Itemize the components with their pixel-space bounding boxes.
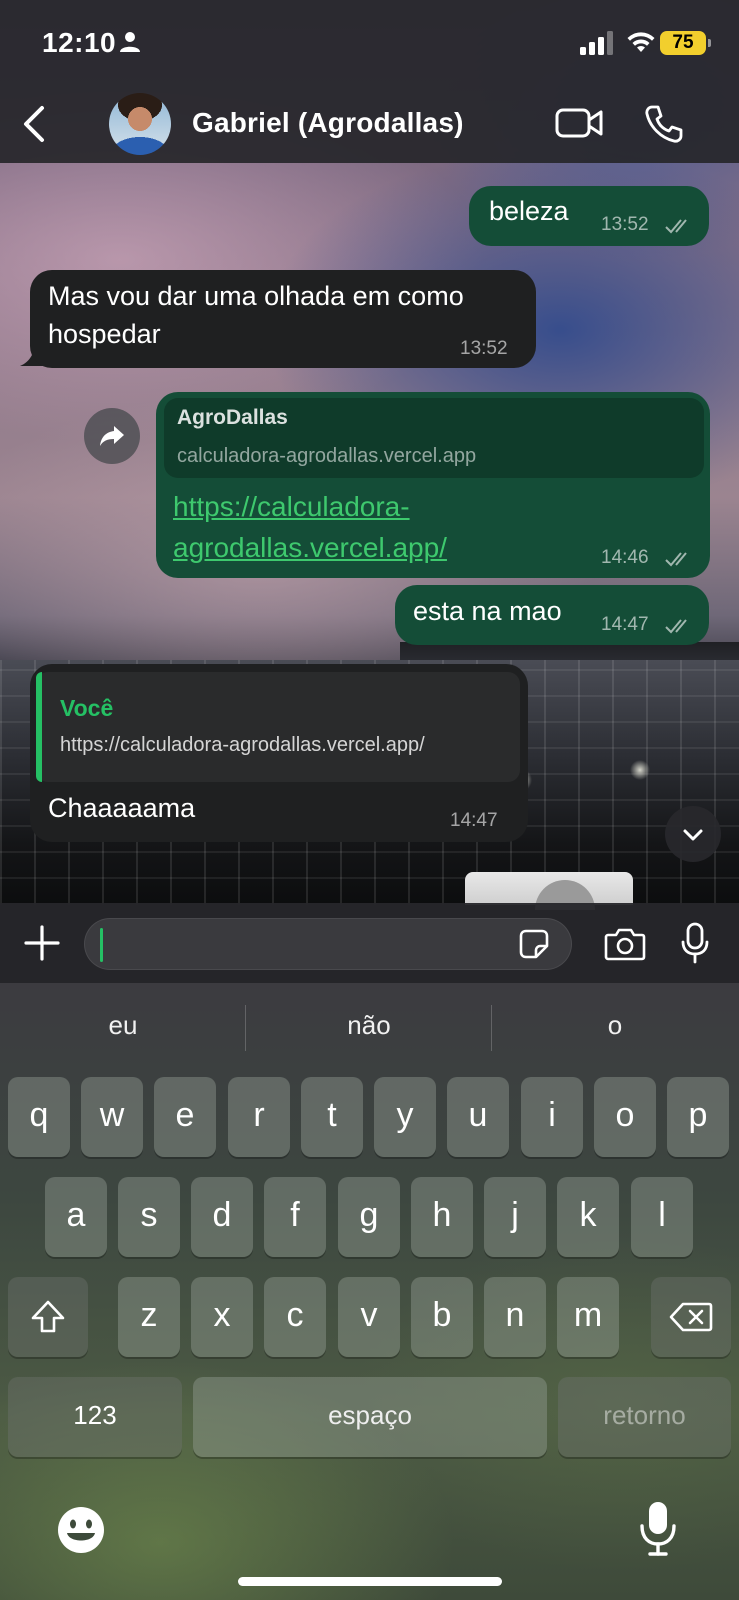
key-a[interactable]: a	[45, 1177, 107, 1257]
message-link[interactable]: https://calculadora- agrodallas.vercel.a…	[173, 486, 603, 568]
dictation-mic-icon[interactable]	[638, 1500, 678, 1558]
quote-text: https://calculadora-agrodallas.vercel.ap…	[60, 734, 425, 756]
battery-indicator: 75	[660, 31, 711, 55]
key-i[interactable]: i	[521, 1077, 583, 1157]
return-key[interactable]: retorno	[558, 1377, 731, 1457]
key-y[interactable]: y	[374, 1077, 436, 1157]
signal-icon	[580, 31, 613, 55]
forward-icon	[100, 426, 124, 446]
key-m[interactable]: m	[557, 1277, 619, 1357]
emoji-icon[interactable]	[56, 1505, 106, 1555]
key-h[interactable]: h	[411, 1177, 473, 1257]
wifi-icon	[627, 32, 655, 52]
chevron-down-icon	[683, 829, 703, 841]
key-r[interactable]: r	[228, 1077, 290, 1157]
suggestion-divider	[245, 1005, 246, 1051]
quote-author: Você	[60, 695, 114, 721]
home-indicator[interactable]	[238, 1577, 502, 1586]
backspace-key[interactable]	[651, 1277, 731, 1357]
message-input[interactable]	[84, 918, 572, 970]
key-j[interactable]: j	[484, 1177, 546, 1257]
link-preview-title: AgroDallas	[177, 406, 288, 429]
contact-name[interactable]: Gabriel (Agrodallas)	[192, 107, 464, 139]
key-l[interactable]: l	[631, 1177, 693, 1257]
suggestion-divider	[491, 1005, 492, 1051]
double-check-icon	[665, 552, 687, 567]
contact-avatar[interactable]	[109, 93, 171, 155]
message-text-line: Mas vou dar uma olhada em como	[48, 281, 464, 311]
person-icon	[120, 32, 140, 52]
video-call-icon[interactable]	[555, 106, 603, 140]
key-s[interactable]: s	[118, 1177, 180, 1257]
camera-icon[interactable]	[604, 926, 646, 962]
message-time: 14:47	[601, 614, 649, 635]
backspace-icon	[669, 1302, 713, 1332]
message-time: 13:52	[601, 214, 649, 235]
key-b[interactable]: b	[411, 1277, 473, 1357]
message-time: 14:46	[601, 547, 649, 568]
double-check-icon	[665, 219, 687, 234]
space-key[interactable]: espaço	[193, 1377, 547, 1457]
message-text: esta na mao	[413, 596, 562, 626]
partial-image-message[interactable]	[465, 872, 633, 910]
key-f[interactable]: f	[264, 1177, 326, 1257]
mic-icon[interactable]	[680, 922, 710, 964]
suggestion-3[interactable]: o	[525, 1010, 705, 1041]
shift-icon	[31, 1300, 65, 1333]
message-time: 13:52	[460, 338, 508, 359]
key-k[interactable]: k	[557, 1177, 619, 1257]
suggestion-2[interactable]: não	[279, 1010, 459, 1041]
key-o[interactable]: o	[594, 1077, 656, 1157]
key-g[interactable]: g	[338, 1177, 400, 1257]
quoted-message[interactable]	[36, 672, 520, 782]
key-v[interactable]: v	[338, 1277, 400, 1357]
key-c[interactable]: c	[264, 1277, 326, 1357]
key-z[interactable]: z	[118, 1277, 180, 1357]
message-link-line[interactable]: agrodallas.vercel.app/	[173, 527, 603, 568]
double-check-icon	[665, 619, 687, 634]
message-link-line[interactable]: https://calculadora-	[173, 486, 603, 527]
key-d[interactable]: d	[191, 1177, 253, 1257]
shift-key[interactable]	[8, 1277, 88, 1357]
message-time: 14:47	[450, 810, 498, 831]
message-text: Chaaaaama	[48, 793, 196, 823]
quote-accent-bar	[36, 672, 42, 782]
back-icon[interactable]	[20, 104, 50, 144]
key-w[interactable]: w	[81, 1077, 143, 1157]
key-e[interactable]: e	[154, 1077, 216, 1157]
status-time: 12:10	[42, 27, 117, 58]
key-n[interactable]: n	[484, 1277, 546, 1357]
message-text: beleza	[489, 196, 569, 226]
message-text-line: hospedar	[48, 319, 161, 349]
link-preview-url: calculadora-agrodallas.vercel.app	[177, 445, 477, 467]
plus-icon[interactable]	[24, 925, 60, 961]
key-t[interactable]: t	[301, 1077, 363, 1157]
numbers-key[interactable]: 123	[8, 1377, 182, 1457]
key-q[interactable]: q	[8, 1077, 70, 1157]
sticker-icon[interactable]	[518, 928, 550, 960]
text-cursor	[100, 928, 103, 962]
key-x[interactable]: x	[191, 1277, 253, 1357]
key-p[interactable]: p	[667, 1077, 729, 1157]
key-u[interactable]: u	[447, 1077, 509, 1157]
suggestion-1[interactable]: eu	[33, 1010, 213, 1041]
phone-call-icon[interactable]	[644, 104, 684, 144]
